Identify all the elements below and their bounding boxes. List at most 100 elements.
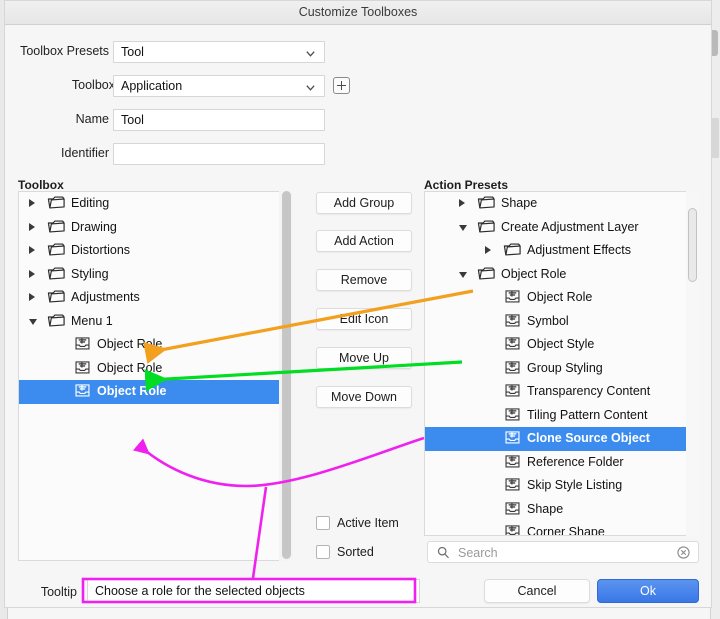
- ok-button[interactable]: Ok: [597, 579, 699, 603]
- action-preset-item-row-label: Corner Shape: [527, 525, 605, 536]
- toolbox-item-row[interactable]: Object Role: [19, 333, 292, 357]
- toolbox-presets-value: Tool: [121, 45, 144, 59]
- toolbox-item-row[interactable]: Styling: [19, 263, 292, 287]
- action-tray-icon: [503, 289, 522, 305]
- toolbox-item-row[interactable]: Drawing: [19, 216, 292, 240]
- action-preset-item-row[interactable]: Group Styling: [425, 357, 698, 381]
- folder-icon: [47, 242, 66, 258]
- action-tray-icon: [73, 360, 92, 376]
- action-presets-tree[interactable]: Shape Create Adjustment LayerAdjustment E…: [424, 191, 699, 536]
- toolbox-value: Application: [121, 79, 182, 93]
- action-tray-icon: [503, 313, 522, 329]
- sorted-checkbox-row[interactable]: Sorted: [316, 545, 436, 563]
- add-action-button[interactable]: Add Action: [316, 230, 412, 252]
- sorted-checkbox[interactable]: [316, 545, 330, 559]
- add-toolbox-button[interactable]: [333, 77, 350, 94]
- action-presets-scrollbar-thumb[interactable]: [688, 208, 697, 282]
- disclosure-triangle-closed-icon[interactable]: [459, 199, 465, 207]
- toolbox-presets-select[interactable]: Tool: [113, 41, 325, 63]
- folder-icon: [47, 266, 66, 282]
- action-preset-item-row[interactable]: Tiling Pattern Content: [425, 404, 698, 428]
- toolbox-item-row-label: Adjustments: [71, 290, 140, 304]
- toolbox-item-row[interactable]: Adjustments: [19, 286, 292, 310]
- cancel-button[interactable]: Cancel: [484, 579, 590, 603]
- disclosure-triangle-closed-icon[interactable]: [29, 246, 35, 254]
- action-preset-item-row[interactable]: Clone Source Object: [425, 427, 698, 451]
- identifier-field[interactable]: [113, 143, 325, 165]
- toolbox-scrollbar-track[interactable]: [279, 191, 293, 561]
- action-tray-icon: [503, 501, 522, 517]
- action-preset-item-row[interactable]: Symbol: [425, 310, 698, 334]
- tooltip-label: Tooltip: [41, 585, 77, 599]
- move-down-button[interactable]: Move Down: [316, 386, 412, 408]
- action-preset-item-row[interactable]: Object Style: [425, 333, 698, 357]
- tooltip-value: Choose a role for the selected objects: [95, 584, 305, 598]
- disclosure-triangle-closed-icon[interactable]: [29, 223, 35, 231]
- dialog-title: Customize Toolboxes: [5, 5, 711, 19]
- toolbox-item-row-label: Styling: [71, 267, 109, 281]
- name-field[interactable]: Tool: [113, 109, 325, 131]
- toolbox-item-row[interactable]: Distortions: [19, 239, 292, 263]
- chevron-down-icon: [305, 82, 316, 93]
- action-tray-icon: [503, 430, 522, 446]
- remove-button[interactable]: Remove: [316, 269, 412, 291]
- toolbox-select[interactable]: Application: [113, 75, 325, 97]
- toolbox-item-row[interactable]: Editing: [19, 192, 292, 216]
- form-row-toolbox: Toolbox Application: [5, 75, 365, 97]
- action-preset-item-row[interactable]: Corner Shape: [425, 521, 698, 536]
- action-preset-item-row[interactable]: Object Role: [425, 263, 698, 287]
- action-presets-scrollbar-track[interactable]: [686, 191, 699, 536]
- action-preset-item-row[interactable]: Reference Folder: [425, 451, 698, 475]
- disclosure-triangle-closed-icon[interactable]: [29, 270, 35, 278]
- action-preset-item-row-label: Shape: [527, 502, 563, 516]
- action-preset-item-row-label: Shape: [501, 196, 537, 210]
- action-preset-item-row-label: Reference Folder: [527, 455, 624, 469]
- action-preset-item-row[interactable]: Adjustment Effects: [425, 239, 698, 263]
- disclosure-triangle-open-icon[interactable]: [29, 319, 37, 325]
- active-item-checkbox-row[interactable]: Active Item: [316, 516, 436, 534]
- folder-icon: [503, 242, 522, 258]
- action-preset-item-row-label: Symbol: [527, 314, 569, 328]
- toolbox-item-row[interactable]: Menu 1: [19, 310, 292, 334]
- toolbox-section-label: Toolbox: [18, 178, 64, 192]
- action-tray-icon: [503, 524, 522, 536]
- search-input[interactable]: Search: [427, 541, 699, 563]
- action-preset-item-row[interactable]: Object Role: [425, 286, 698, 310]
- toolbox-item-row[interactable]: Object Role: [19, 380, 292, 404]
- action-preset-item-row[interactable]: Transparency Content: [425, 380, 698, 404]
- tooltip-field[interactable]: Choose a role for the selected objects: [87, 579, 420, 603]
- toolbox-tree[interactable]: EditingDrawingDistortions Styling Adjustme…: [18, 191, 293, 561]
- form-row-identifier: Identifier: [5, 143, 325, 165]
- action-preset-item-row[interactable]: Shape: [425, 498, 698, 522]
- action-preset-item-row[interactable]: Create Adjustment Layer: [425, 216, 698, 240]
- folder-icon: [47, 219, 66, 235]
- action-preset-item-row-label: Object Role: [527, 290, 592, 304]
- folder-icon: [47, 313, 66, 329]
- toolbox-scrollbar-thumb[interactable]: [282, 191, 291, 559]
- move-up-button[interactable]: Move Up: [316, 347, 412, 369]
- chevron-down-icon: [305, 48, 316, 59]
- disclosure-triangle-open-icon[interactable]: [459, 225, 467, 231]
- disclosure-triangle-closed-icon[interactable]: [485, 246, 491, 254]
- add-group-button[interactable]: Add Group: [316, 192, 412, 214]
- action-tray-icon: [503, 360, 522, 376]
- clear-circle-icon[interactable]: [677, 546, 690, 559]
- action-preset-item-row-label: Skip Style Listing: [527, 478, 622, 492]
- action-tray-icon: [73, 336, 92, 352]
- action-preset-item-row[interactable]: Shape: [425, 192, 698, 216]
- disclosure-triangle-closed-icon[interactable]: [29, 199, 35, 207]
- screen: Customize Toolboxes Toolbox Presets Tool…: [0, 0, 720, 619]
- action-preset-item-row[interactable]: Skip Style Listing: [425, 474, 698, 498]
- folder-icon: [47, 195, 66, 211]
- disclosure-triangle-open-icon[interactable]: [459, 272, 467, 278]
- name-label: Name: [76, 112, 109, 126]
- edit-icon-button[interactable]: Edit Icon: [316, 308, 412, 330]
- active-item-checkbox[interactable]: [316, 516, 330, 530]
- toolbox-item-row-label: Object Role: [97, 337, 162, 351]
- search-icon: [437, 546, 450, 559]
- action-tray-icon: [503, 336, 522, 352]
- sorted-label: Sorted: [337, 545, 374, 559]
- toolbox-item-row[interactable]: Object Role: [19, 357, 292, 381]
- action-preset-item-row-label: Tiling Pattern Content: [527, 408, 647, 422]
- disclosure-triangle-closed-icon[interactable]: [29, 293, 35, 301]
